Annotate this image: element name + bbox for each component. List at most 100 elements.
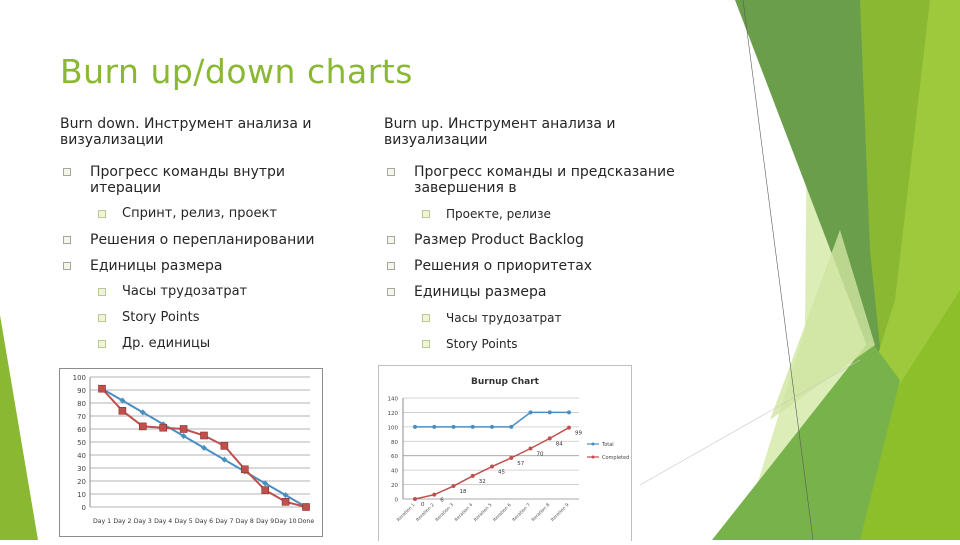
data-label: 84 [556,441,563,447]
right-column: Burn up. Инструмент анализа и визуализац… [384,116,684,388]
bullet-square-icon [422,340,430,348]
data-point-actual [139,422,147,431]
data-label: 6 [440,498,444,504]
y-tick-label: 100 [388,425,399,431]
data-point-total [567,410,571,415]
series-line-completed [414,426,570,500]
y-tick-label: 40 [391,469,398,475]
right-bullet-list: Прогресс команды и предсказание завершен… [384,164,684,378]
y-tick-label: 40 [77,452,86,460]
bullet-text: Спринт, релиз, проект [122,206,277,221]
data-point-actual [200,431,208,440]
x-tick-label: Day 9 [256,518,274,525]
burndown-chart: 0 10 20 30 40 50 60 70 80 90 100 Day 1 Day 2 Day 3 Day… [59,368,323,537]
left-heading: Burn down. Инструмент анализа и визуализ… [60,116,312,148]
data-point-actual [159,423,167,432]
bullet-text: Решения о приоритетах [414,258,593,274]
data-point-total [451,424,456,429]
bullet-text: Единицы размера [414,284,547,300]
bullet-square-icon [422,314,430,322]
y-tick-label: 80 [77,400,86,408]
bullet-item: Прогресс команды внутри итерации [60,164,360,196]
x-tick-label: Iteration 9 [550,502,571,523]
bullet-item: Решения о перепланировании [60,232,360,248]
bullet-text: Решения о перепланировании [90,232,315,248]
x-tick-label: Day 7 [215,518,233,525]
bullet-square-icon [98,288,106,296]
bullet-square-icon [387,288,395,296]
y-tick-label: 50 [77,439,86,447]
data-point-total [528,410,533,415]
right-heading: Burn up. Инструмент анализа и визуализац… [384,116,616,148]
bullet-square-icon [387,236,395,244]
x-tick-label: Day 8 [236,518,254,525]
data-point-actual [98,384,106,393]
bullet-item: Часы трудозатрат [60,284,360,300]
data-point-total [413,424,417,429]
bullet-square-icon [387,168,395,176]
x-tick-label: Day 5 [175,518,193,525]
bullet-text: Часы трудозатрат [446,311,562,325]
bullet-item: Проекте, релизе [384,206,684,222]
data-point-completed [547,436,552,441]
data-point-actual [179,425,188,433]
y-tick-label: 0 [395,498,399,504]
burndown-chart-svg: 0102030405060708090100Day 1 Day 2 Day 3 Day… [73,374,315,525]
x-tick-label: Iteration 5 [473,502,494,523]
bullet-square-icon [98,340,106,348]
y-tick-label: 80 [391,440,398,446]
y-tick-label: 90 [77,387,86,395]
left-bullet-list: Прогресс команды внутри итерации Спринт, … [60,164,360,352]
y-tick-label: 20 [77,478,86,486]
x-tick-label: Day 1 [93,518,111,525]
x-tick-label: Day 3 [134,518,152,525]
data-label: 45 [498,470,505,476]
x-tick-label: Iteration 8 [530,502,551,523]
data-point-completed [528,446,533,451]
y-tick-label: 120 [388,411,399,417]
slide-title: Burn up/down charts [60,52,413,91]
y-tick-label: 30 [77,465,86,473]
data-point-actual [220,442,229,450]
data-label: 18 [460,489,467,495]
legend-marker [591,455,595,459]
data-point-actual [281,498,290,506]
bullet-square-icon [63,262,71,270]
y-tick-label: 0 [82,504,86,512]
x-tick-label: Day 6 [195,518,213,525]
bullet-square-icon [98,210,106,218]
x-tick-label: Day 4 [154,518,172,525]
bullet-item: Единицы размера [60,258,360,274]
x-tick-label: Done [298,518,314,525]
bullet-square-icon [387,262,395,270]
bullet-text: Размер Product Backlog [414,232,584,248]
data-point-completed [490,464,494,469]
data-point-total [490,424,494,429]
data-point-total [432,424,437,429]
legend-marker [591,442,595,446]
data-label: 57 [517,461,524,467]
data-point-total [509,424,514,429]
bullet-square-icon [63,236,71,244]
data-point-actual [302,503,310,511]
bullet-item: Story Points [384,336,684,352]
bullet-square-icon [98,314,106,322]
left-column: Burn down. Инструмент анализа и визуализ… [60,116,360,362]
y-tick-label: 60 [77,426,86,434]
data-label: 32 [479,479,486,485]
data-label: 99 [575,431,582,437]
bullet-text: Прогресс команды и предсказание завершен… [414,164,675,196]
bullet-item: Др. единицы [60,336,360,352]
data-point-total [470,424,475,429]
burnup-chart-svg: Burnup Chart020406080100120140Iteration … [388,377,630,523]
data-point-completed [567,425,571,430]
bullet-item: Решения о приоритетах [384,258,684,274]
bullet-item: Часы трудозатрат [384,310,684,326]
burnup-chart: Burnup Chart 0 20 40 60 80 100 120 140 Iteration … [378,365,632,541]
y-tick-label: 10 [77,491,86,499]
x-tick-label: Day 10 [275,518,297,525]
bullet-text: Story Points [446,337,518,351]
chart-title: Burnup Chart [471,377,540,387]
bullet-item: Размер Product Backlog [384,232,684,248]
y-tick-label: 70 [77,413,86,421]
